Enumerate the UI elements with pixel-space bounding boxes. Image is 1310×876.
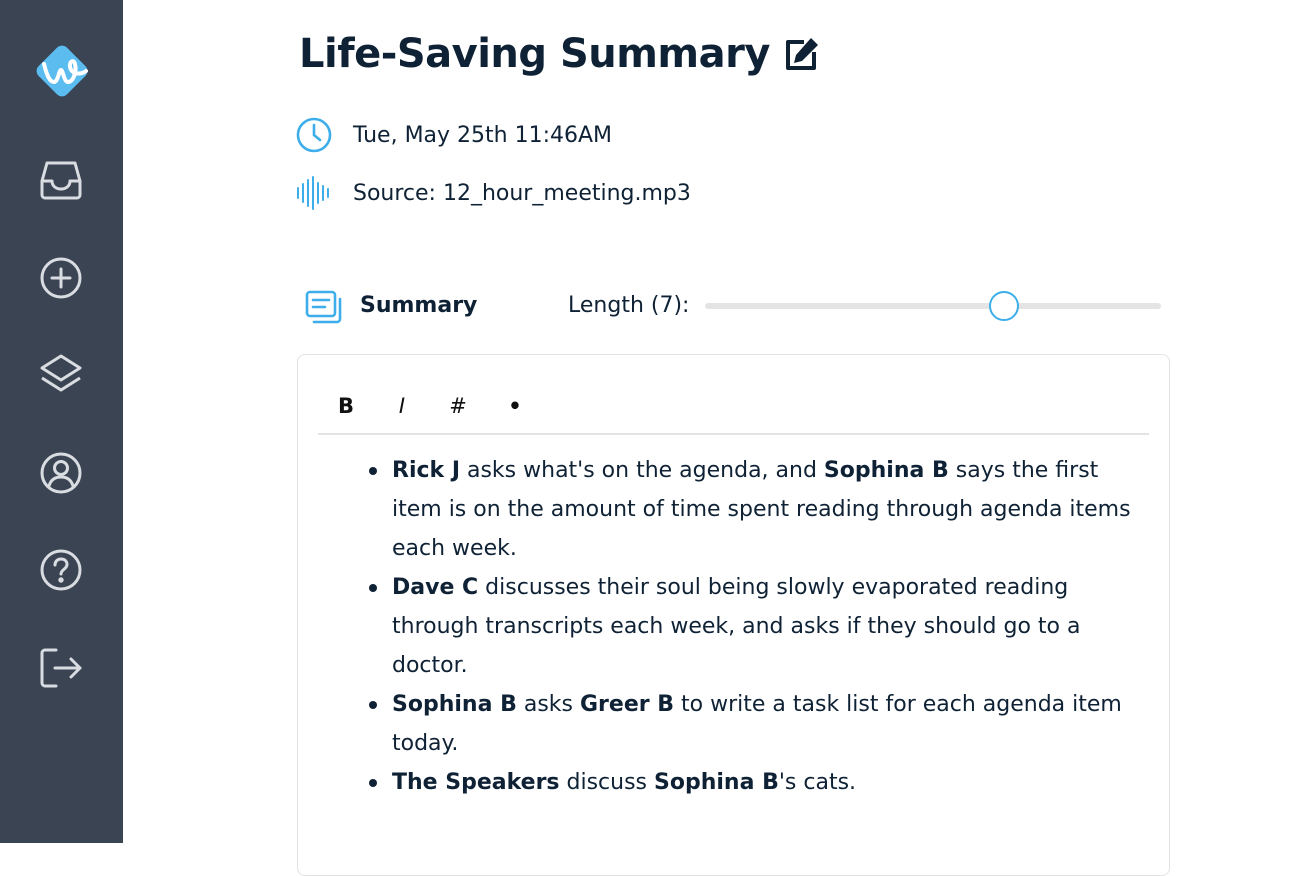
speaker-name: Sophina B [392, 692, 517, 717]
heading-button[interactable]: # [440, 391, 476, 421]
length-slider-thumb[interactable] [988, 291, 1019, 321]
summary-header: Summary Length (7): [305, 285, 1165, 329]
summary-list-item: Sophina B asks Greer B to write a task l… [369, 685, 1148, 763]
page-title: Life-Saving Summary [299, 31, 770, 77]
edit-icon[interactable] [782, 34, 822, 74]
summary-text: discuss [559, 770, 655, 795]
summary-editor[interactable]: B I # • Rick J asks what's on the agenda… [297, 354, 1170, 876]
speaker-name: The Speakers [392, 770, 560, 795]
audio-waveform-icon [297, 176, 329, 210]
summary-tab-label[interactable]: Summary [360, 293, 477, 318]
logout-icon[interactable] [38, 645, 84, 691]
plus-circle-icon[interactable] [38, 255, 84, 301]
meeting-datetime: Tue, May 25th 11:46AM [353, 122, 613, 148]
speaker-name: Dave C [392, 575, 479, 600]
summary-text: discusses their soul being slowly evapor… [392, 575, 1081, 678]
summary-icon [305, 290, 342, 324]
bullet-list-button[interactable]: • [497, 391, 533, 421]
length-label: Length (7): [568, 293, 690, 318]
w-logo-icon[interactable] [31, 40, 93, 102]
summary-text: asks what's on the agenda, and [460, 458, 824, 483]
title-row: Life-Saving Summary [299, 26, 822, 82]
speaker-name: Rick J [392, 458, 460, 483]
source-row: Source: 12_hour_meeting.mp3 [295, 173, 691, 213]
main-content: Life-Saving Summary Tue, May 25th 11:46A… [123, 0, 1310, 876]
summary-text: 's cats. [778, 770, 857, 795]
layers-icon[interactable] [38, 352, 84, 398]
inbox-icon[interactable] [38, 157, 84, 203]
length-slider[interactable] [705, 291, 1161, 321]
speaker-name: Greer B [580, 692, 675, 717]
italic-button[interactable]: I [384, 391, 420, 421]
summary-text: asks [516, 692, 580, 717]
speaker-name: Sophina B [823, 458, 949, 483]
summary-list-item: The Speakers discuss Sophina B's cats. [369, 763, 1148, 802]
editor-toolbar: B I # • [318, 385, 1149, 435]
help-circle-icon[interactable] [38, 547, 84, 593]
bold-button[interactable]: B [328, 391, 364, 421]
summary-list: Rick J asks what's on the agenda, and So… [328, 451, 1148, 802]
user-circle-icon[interactable] [38, 450, 84, 496]
source-file: Source: 12_hour_meeting.mp3 [353, 180, 691, 206]
summary-list-item: Dave C discusses their soul being slowly… [369, 568, 1148, 685]
datetime-row: Tue, May 25th 11:46AM [295, 115, 612, 155]
sidebar [0, 0, 123, 843]
summary-content[interactable]: Rick J asks what's on the agenda, and So… [328, 451, 1148, 802]
speaker-name: Sophina B [654, 770, 779, 795]
summary-list-item: Rick J asks what's on the agenda, and So… [369, 451, 1148, 568]
clock-icon [296, 117, 332, 153]
